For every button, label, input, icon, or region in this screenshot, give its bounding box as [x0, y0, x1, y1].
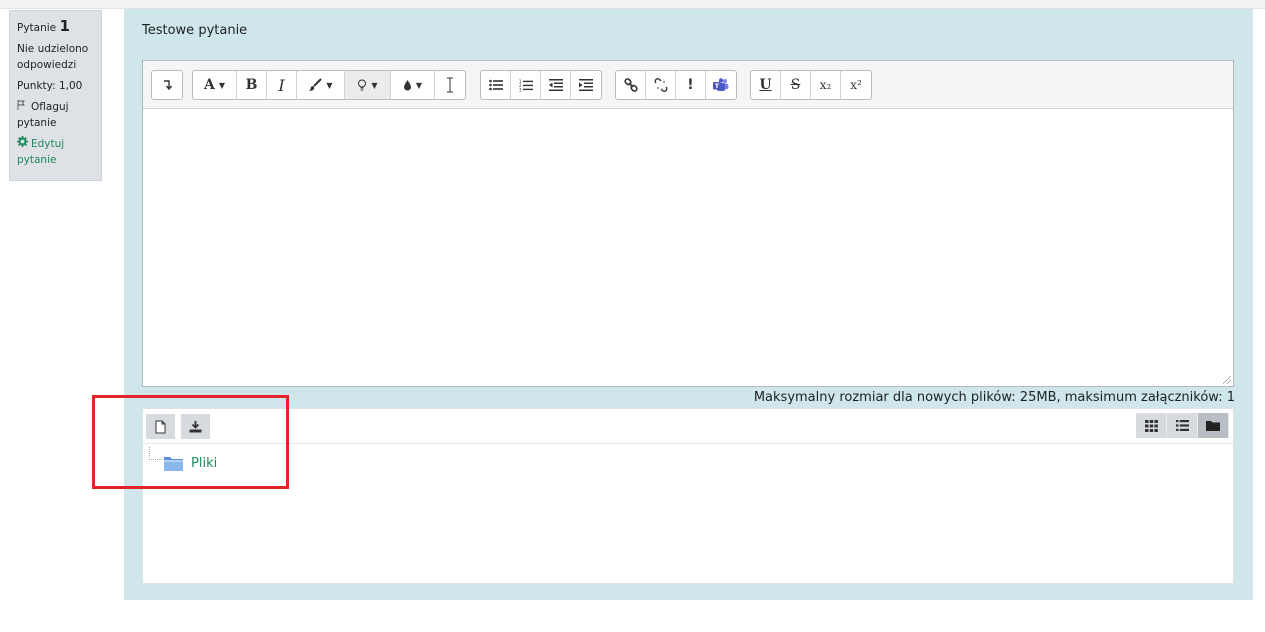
insert-link-button[interactable] [616, 71, 646, 99]
flag-icon [17, 99, 31, 115]
svg-text:T: T [715, 82, 720, 90]
clear-formatting-button[interactable] [435, 71, 465, 99]
caret-down-icon: ▼ [415, 80, 423, 90]
svg-text:3: 3 [519, 87, 522, 92]
indent-button[interactable] [571, 71, 601, 99]
view-icons-button[interactable] [1136, 413, 1167, 438]
outdent-button[interactable] [541, 71, 571, 99]
file-manager: Pliki [142, 408, 1234, 584]
question-number: Pytanie 1 [17, 17, 70, 35]
collapse-toolbar-button[interactable] [152, 71, 182, 99]
toolbar-group-links: ! T [615, 70, 737, 100]
resize-grip-icon[interactable] [1223, 376, 1231, 384]
text-color-button[interactable]: ▼ [391, 71, 435, 99]
edit-question-link[interactable]: Edytuj pytanie [17, 136, 101, 168]
toolbar-group-format: A ▼ B I ▼ ▼ ▼ [192, 70, 466, 100]
question-info-panel: Pytanie 1 Nie udzielono odpowiedzi Punkt… [9, 10, 102, 181]
editor-toolbar: A ▼ B I ▼ ▼ ▼ 1 2 3 ! T U S x₂ x² [143, 61, 1233, 109]
question-content-area: Testowe pytanie A ▼ B I ▼ ▼ ▼ 1 2 3 ! T … [124, 9, 1253, 600]
outdent-icon [548, 79, 563, 91]
gear-icon [17, 136, 31, 152]
caret-down-icon: ▼ [326, 80, 333, 90]
question-text: Testowe pytanie [142, 23, 248, 38]
ordered-list-button[interactable]: 123 [511, 71, 541, 99]
subscript-button[interactable]: x₂ [811, 71, 841, 99]
list-icon [1175, 420, 1189, 431]
toolbar-group-text-effects: U S x₂ x² [750, 70, 872, 100]
unlink-button[interactable] [646, 71, 676, 99]
caret-down-icon: ▼ [218, 80, 226, 90]
question-points: Punkty: 1,00 [17, 80, 83, 92]
bullet-list-icon [488, 79, 503, 91]
flag-question-link[interactable]: Oflaguj pytanie [17, 99, 101, 131]
superscript-button[interactable]: x² [841, 71, 871, 99]
annotation-highlight-box [92, 395, 289, 489]
question-status: Nie udzielono odpowiedzi [17, 43, 89, 71]
caret-down-icon: ▼ [371, 80, 378, 90]
text-editor: A ▼ B I ▼ ▼ ▼ 1 2 3 ! T U S x₂ x² [142, 60, 1234, 387]
indent-icon [579, 79, 593, 91]
folder-icon [1206, 421, 1220, 431]
droplet-icon [403, 80, 411, 91]
underline-button[interactable]: U [751, 71, 781, 99]
toolbar-group-collapse [151, 70, 183, 100]
teams-meeting-button[interactable]: T [706, 71, 736, 99]
italic-button[interactable]: I [267, 71, 297, 99]
view-tree-button[interactable] [1198, 413, 1229, 438]
paintbrush-icon [309, 78, 323, 91]
bold-button[interactable]: B [237, 71, 267, 99]
toolbar-group-lists: 123 [480, 70, 602, 100]
editor-content-area[interactable] [143, 109, 1233, 386]
view-list-button[interactable] [1167, 413, 1198, 438]
view-mode-switch [1136, 413, 1229, 438]
max-file-size-info: Maksymalny rozmiar dla nowych plików: 25… [753, 390, 1235, 405]
numbered-list-icon: 123 [519, 79, 533, 92]
lightbulb-icon [358, 79, 367, 90]
grid-icon [1144, 419, 1158, 432]
unordered-list-button[interactable] [481, 71, 511, 99]
unlink-icon [654, 78, 667, 92]
highlight-button[interactable]: ▼ [345, 71, 391, 99]
top-strip [0, 0, 1265, 9]
file-manager-toolbar [143, 409, 1233, 444]
font-style-button[interactable]: A ▼ [193, 71, 237, 99]
teams-icon: T [713, 78, 729, 91]
styles-button[interactable]: ▼ [297, 71, 345, 99]
strikethrough-button[interactable]: S [781, 71, 811, 99]
expand-arrow-icon [164, 80, 173, 91]
text-cursor-icon [447, 77, 453, 93]
link-icon [623, 78, 638, 92]
accessibility-checker-button[interactable]: ! [676, 71, 706, 99]
